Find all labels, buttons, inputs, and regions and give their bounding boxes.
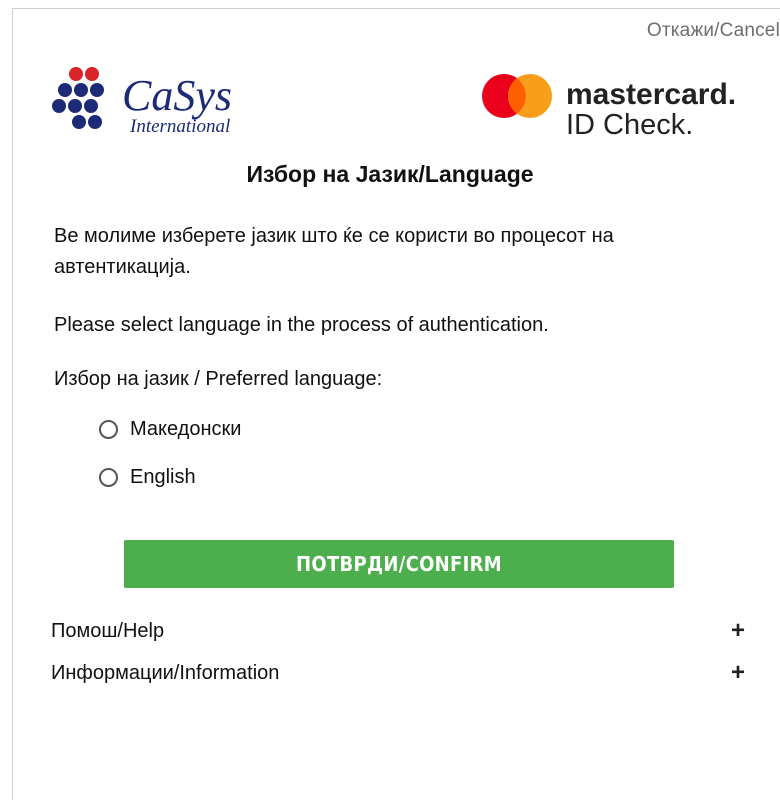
casys-logo: CaSys International [52,67,232,137]
accordion-help[interactable]: Помош/Help + [51,616,747,646]
plus-icon[interactable]: + [731,617,745,645]
mastercard-wordmark: mastercard. [566,78,736,111]
accordion-help-label: Помош/Help [51,619,165,642]
language-option-macedonian[interactable]: Македонски [99,414,241,444]
casys-tagline: International [129,116,230,137]
page-title: Избор на Јазик/Language [246,161,534,187]
radio-button-icon[interactable] [99,467,118,487]
language-option-label: Македонски [130,417,242,440]
radio-button-icon[interactable] [99,419,118,439]
plus-icon[interactable]: + [731,659,745,687]
accordion-information-label: Информации/Information [51,661,280,684]
accordion-information[interactable]: Информации/Information + [51,658,747,688]
cancel-link[interactable]: Откажи/Cancel [647,20,780,42]
casys-dots-icon [52,67,104,129]
language-option-label: English [130,465,196,488]
instructions-macedonian: Ве молиме изберете јазик што ќе се корис… [54,225,614,278]
instructions-english: Please select language in the process of… [54,314,549,336]
language-option-english[interactable]: English [99,462,196,492]
confirm-button[interactable]: ПОТВРДИ/CONFIRM [124,540,674,588]
preferred-language-label: Избор на јазик / Preferred language: [54,368,383,390]
mastercard-id-check-logo: mastercard. ID Check. [482,74,736,140]
mastercard-circles-icon [482,74,552,118]
casys-wordmark: CaSys [122,71,232,120]
id-check-wordmark: ID Check. [566,109,693,140]
